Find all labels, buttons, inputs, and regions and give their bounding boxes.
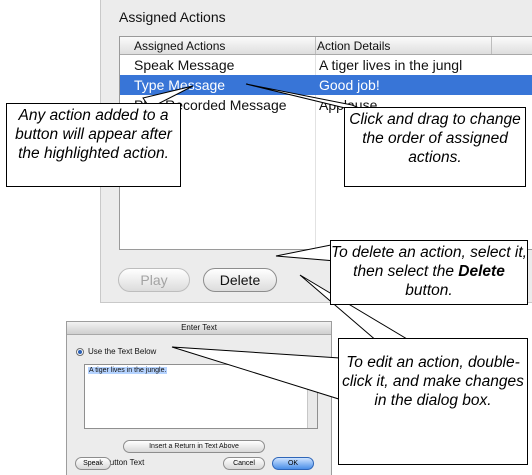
- callout-delete-bold: Delete: [458, 263, 505, 280]
- callout-add-action: Any action added to a button will appear…: [6, 103, 181, 187]
- callout-delete: To delete an action, select it, then sel…: [330, 240, 528, 305]
- callout-delete-suffix: button.: [405, 282, 453, 299]
- callout-drag-order: Click and drag to change the order of as…: [344, 107, 526, 187]
- pointer-edit-dialog: [171, 346, 343, 401]
- callout-edit-action: To edit an action, double-click it, and …: [338, 338, 528, 465]
